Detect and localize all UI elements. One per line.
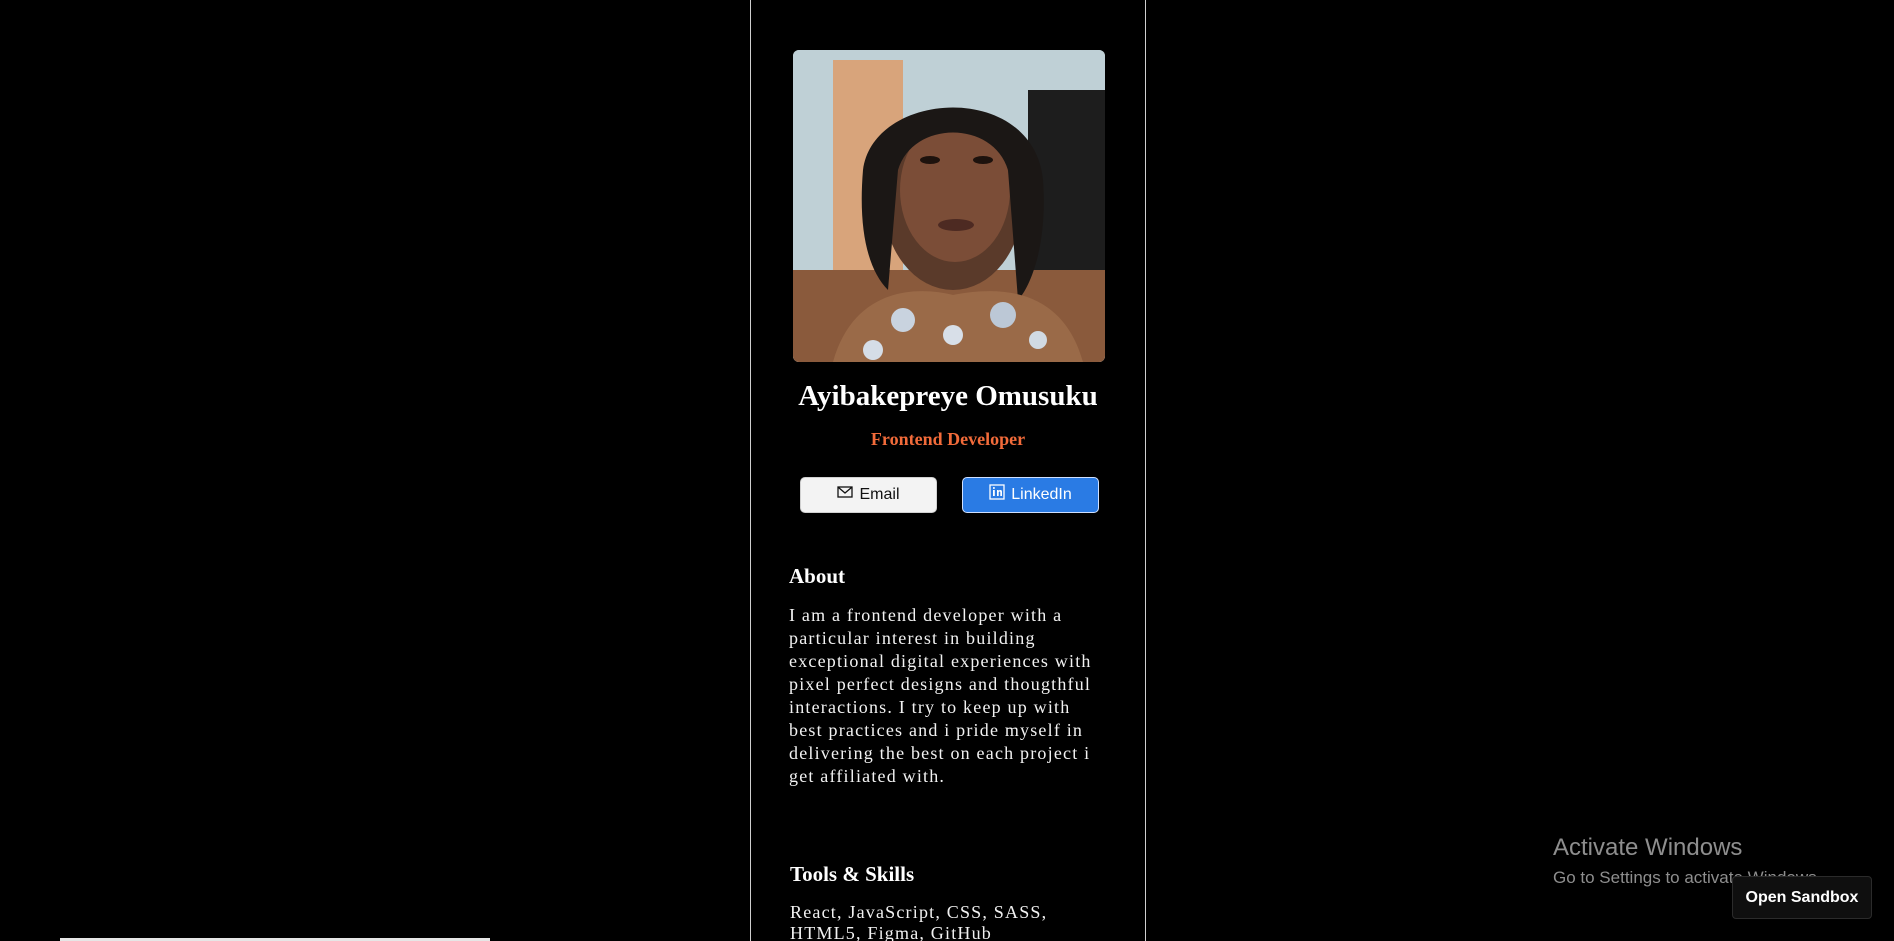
tools-heading: Tools & Skills bbox=[790, 862, 915, 886]
mail-icon bbox=[837, 484, 854, 500]
email-button[interactable]: Email bbox=[800, 477, 937, 513]
profile-photo bbox=[793, 50, 1105, 362]
activate-windows-title: Activate Windows bbox=[1553, 834, 1743, 861]
linkedin-icon bbox=[989, 484, 1005, 500]
linkedin-button[interactable]: LinkedIn bbox=[962, 477, 1099, 513]
linkedin-button-label: LinkedIn bbox=[1011, 486, 1072, 503]
profile-card: Ayibakepreye Omusuku Frontend Developer … bbox=[750, 0, 1146, 941]
profile-name: Ayibakepreye Omusuku bbox=[798, 380, 1098, 412]
about-heading: About bbox=[789, 564, 846, 588]
profile-role: Frontend Developer bbox=[870, 429, 1026, 449]
about-text: I am a frontend developer with a particu… bbox=[789, 605, 1092, 786]
email-button-label: Email bbox=[859, 486, 900, 503]
open-sandbox-button[interactable]: Open Sandbox bbox=[1732, 876, 1872, 919]
tools-text: React, JavaScript, CSS, SASS, HTML5, Fig… bbox=[790, 902, 1048, 941]
